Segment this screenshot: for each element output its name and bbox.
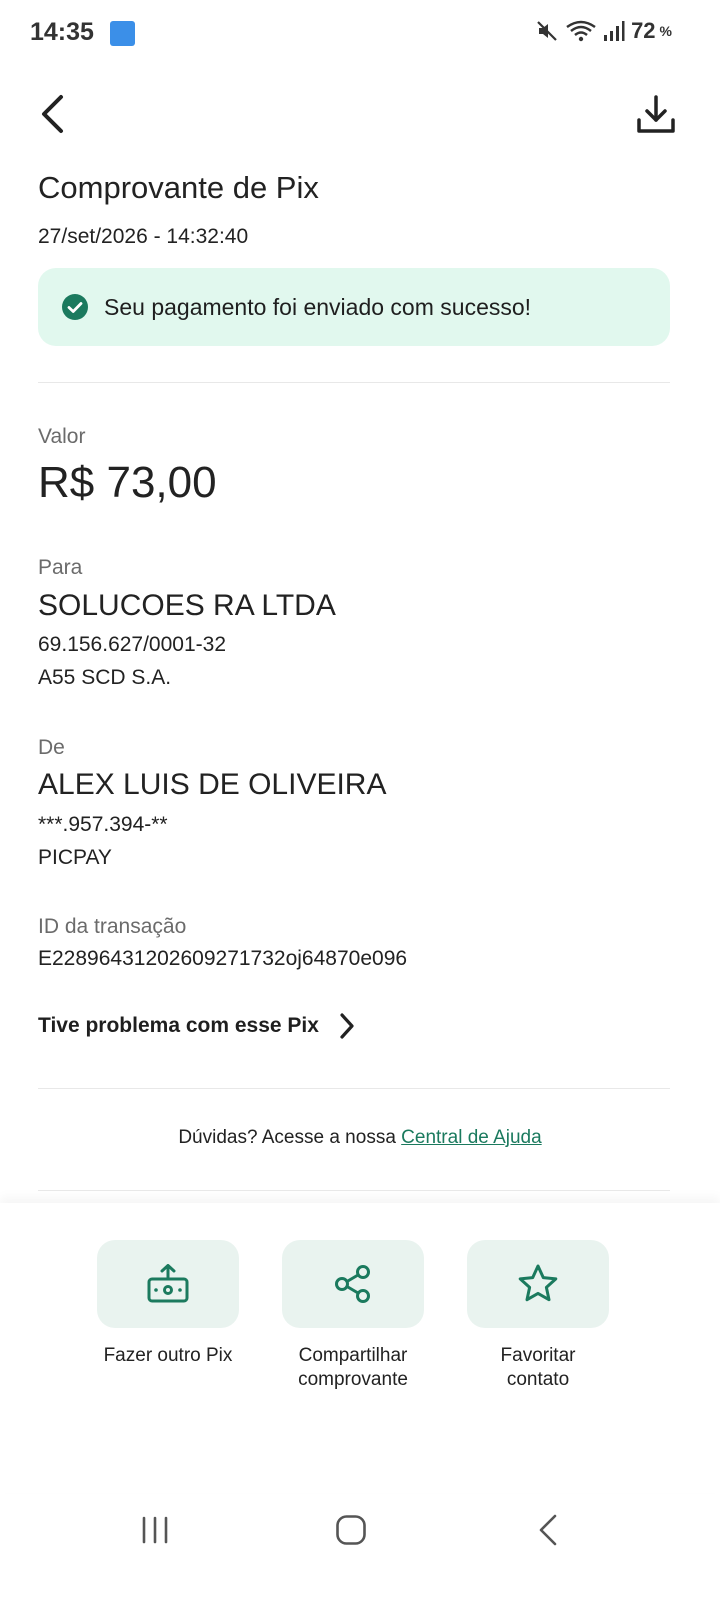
para-institution: A55 SCD S.A. [38,666,172,689]
page-title: Comprovante de Pix [38,170,319,205]
share-icon [335,1265,370,1303]
send-money-icon [147,1264,189,1303]
wifi-icon [566,20,596,42]
back-button[interactable] [30,90,74,138]
status-bar: 14:35 72 % [0,0,720,66]
check-circle-icon [62,294,88,320]
home-icon [336,1515,366,1545]
favorite-contact-label-line1: Favoritar [500,1345,576,1366]
back-icon [539,1514,557,1546]
share-receipt-tile[interactable] [282,1240,424,1328]
success-message: Seu pagamento foi enviado com sucesso! [104,293,532,320]
divider [38,1190,670,1191]
favorite-contact-label-line2: contato [506,1369,570,1390]
valor-label: Valor [38,425,86,448]
para-document: 69.156.627/0001-32 [38,633,227,656]
home-button[interactable] [321,1505,381,1555]
signal-icon [604,21,625,41]
new-pix-label-text: Fazer outro Pix [103,1345,233,1366]
download-button[interactable] [632,90,680,138]
help-prefix: Dúvidas? Acesse a nossa [178,1127,402,1148]
favorite-contact-button[interactable]: Favoritar contato [467,1240,609,1392]
system-back-button[interactable] [518,1505,578,1555]
new-pix-button[interactable]: Fazer outro Pix [97,1240,239,1368]
report-problem-label: Tive problema com esse Pix [38,1014,319,1037]
de-institution: PICPAY [38,846,112,869]
valor-amount: R$ 73,00 [38,458,217,507]
success-banner: Seu pagamento foi enviado com sucesso! [38,268,670,346]
divider [38,382,670,383]
de-label: De [38,736,65,759]
download-icon [637,95,675,133]
help-text: Dúvidas? Acesse a nossa Central de Ajuda [0,1127,720,1149]
star-icon [518,1264,558,1302]
report-problem-link[interactable]: Tive problema com esse Pix [38,1012,355,1040]
para-label: Para [38,556,83,579]
recent-apps-icon [142,1516,168,1544]
share-receipt-button[interactable]: Compartilhar comprovante [282,1240,424,1392]
help-center-link[interactable]: Central de Ajuda [401,1127,542,1148]
status-time: 14:35 [30,18,94,46]
new-pix-label: Fazer outro Pix [78,1344,258,1368]
de-name: ALEX LUIS DE OLIVEIRA [38,768,387,801]
battery-level: 72 [631,18,656,43]
share-receipt-label-line2: comprovante [298,1369,408,1390]
new-pix-tile[interactable] [97,1240,239,1328]
recent-apps-button[interactable] [125,1505,185,1555]
de-document: ***.957.394-** [38,813,168,836]
divider [38,1088,670,1089]
mute-icon [537,21,557,41]
transaction-id-label: ID da transação [38,915,187,938]
share-receipt-label: Compartilhar comprovante [263,1344,443,1392]
chevron-left-icon [42,95,63,133]
favorite-contact-tile[interactable] [467,1240,609,1328]
transaction-date: 27/set/2026 - 14:32:40 [38,225,249,248]
battery-unit: % [659,23,672,39]
transaction-id: E22896431202609271732oj64870e096 [38,947,408,970]
chevron-right-icon [340,1013,354,1039]
share-receipt-label-line1: Compartilhar [298,1345,408,1366]
status-icons: 72 % [535,18,672,44]
para-name: SOLUCOES RA LTDA [38,589,336,622]
home-app-icon [110,21,135,46]
favorite-contact-label: Favoritar contato [448,1344,628,1392]
